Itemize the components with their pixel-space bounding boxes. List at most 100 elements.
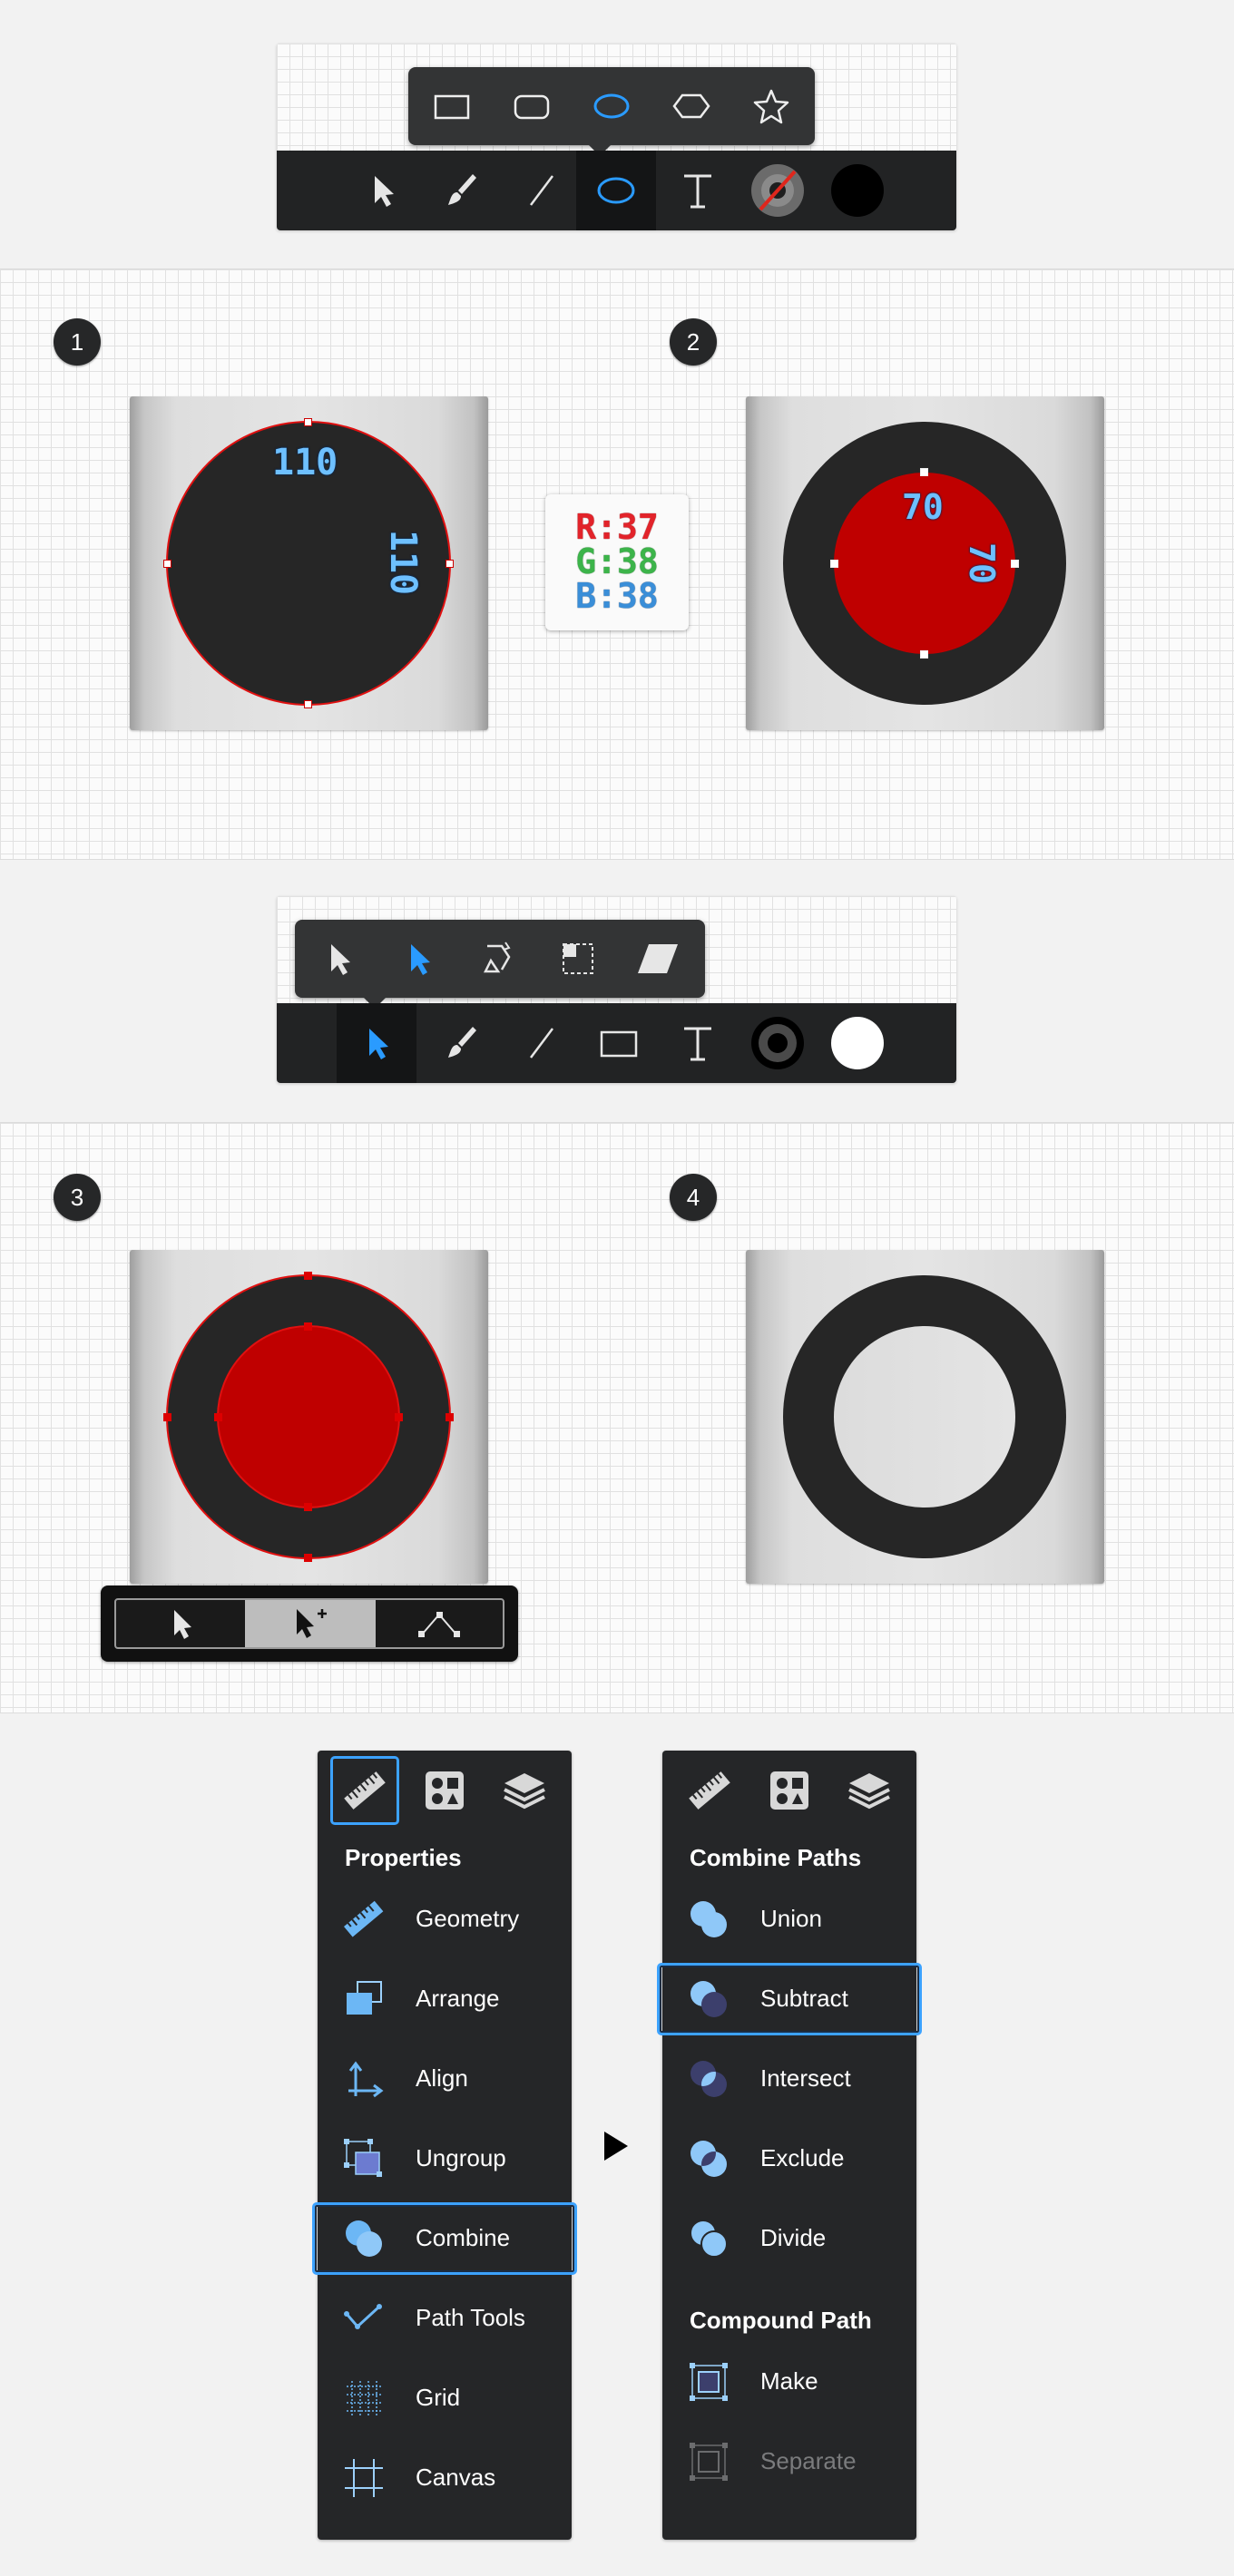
ellipse-icon[interactable] <box>576 151 656 230</box>
resize-handle-bottom[interactable] <box>304 700 312 708</box>
menu-item-geometry[interactable]: Geometry <box>318 1883 572 1956</box>
rounded-rectangle-shape-icon[interactable] <box>492 67 572 145</box>
menu-item-align[interactable]: Align <box>318 2043 572 2115</box>
exclude-icon <box>688 2138 730 2180</box>
stroke-color-icon[interactable] <box>738 151 818 230</box>
menu-item-label: Path Tools <box>416 2304 525 2331</box>
transform-icon[interactable] <box>538 920 618 998</box>
shapes-icon[interactable] <box>405 1751 485 1830</box>
select-arrow-icon[interactable] <box>299 920 378 998</box>
menu-item-label: Arrange <box>416 1985 500 2012</box>
toolbar-2-panel <box>277 896 956 1083</box>
layers-icon[interactable] <box>829 1751 909 1830</box>
stroke-color-icon[interactable] <box>738 1003 818 1083</box>
node-icon[interactable] <box>376 1600 503 1647</box>
menu-item-label: Separate <box>760 2447 857 2474</box>
star-shape-icon[interactable] <box>731 67 811 145</box>
menu-item-canvas[interactable]: Canvas <box>318 2442 572 2514</box>
resize-handle-right[interactable] <box>1011 560 1019 568</box>
align-icon <box>343 2058 385 2100</box>
compound-path-heading: Compound Path <box>690 2307 872 2334</box>
line-icon[interactable] <box>502 151 582 230</box>
menu-item-grid[interactable]: Grid <box>318 2362 572 2435</box>
menu-item-subtract[interactable]: Subtract <box>657 1963 922 2035</box>
anchor-point[interactable] <box>163 1413 171 1421</box>
resize-handle-top[interactable] <box>304 418 312 426</box>
fill-color-icon[interactable] <box>818 1003 897 1083</box>
menu-item-exclude[interactable]: Exclude <box>662 2122 916 2195</box>
main-toolbar <box>277 1003 956 1083</box>
menu-item-intersect[interactable]: Intersect <box>662 2043 916 2115</box>
ruler-icon[interactable] <box>318 1751 399 1830</box>
skew-icon[interactable] <box>618 920 698 998</box>
combine-paths-heading: Combine Paths <box>690 1844 862 1871</box>
toolbar-1-panel <box>277 44 956 230</box>
main-toolbar <box>277 151 956 230</box>
menu-item-divide[interactable]: Divide <box>662 2202 916 2275</box>
menu-item-label: Align <box>416 2064 468 2092</box>
intersect-icon <box>688 2058 730 2100</box>
select-icon[interactable] <box>116 1600 245 1647</box>
union-icon <box>688 1898 730 1940</box>
path-tools-icon <box>343 2298 385 2339</box>
grid-icon <box>343 2377 385 2419</box>
menu-item-make[interactable]: Make <box>662 2346 916 2418</box>
rectangle-icon[interactable] <box>579 1003 659 1083</box>
layers-icon[interactable] <box>485 1751 564 1830</box>
height-dimension-label: 70 <box>961 542 1002 584</box>
add-select-icon[interactable] <box>245 1600 376 1647</box>
combine-paths-menu: Combine Paths Union Subtract Intersect E… <box>657 1751 922 2540</box>
text-icon[interactable] <box>658 151 738 230</box>
step-badge-2: 2 <box>670 318 717 366</box>
ruler-icon[interactable] <box>662 1751 742 1830</box>
menu-item-arrange[interactable]: Arrange <box>318 1963 572 2035</box>
resize-handle-top[interactable] <box>920 468 928 476</box>
brush-icon[interactable] <box>422 1003 502 1083</box>
menu-item-ungroup[interactable]: Ungroup <box>318 2122 572 2195</box>
menu-item-label: Subtract <box>760 1985 848 2012</box>
rectangle-shape-icon[interactable] <box>412 67 492 145</box>
divide-icon <box>688 2218 730 2259</box>
width-dimension-label: 110 <box>272 442 338 483</box>
anchor-point[interactable] <box>214 1413 222 1421</box>
anchor-point[interactable] <box>446 1413 454 1421</box>
menu-item-path-tools[interactable]: Path Tools <box>318 2282 572 2355</box>
shapes-icon[interactable] <box>749 1751 829 1830</box>
select-arrow-icon[interactable] <box>342 151 422 230</box>
polygon-shape-icon[interactable] <box>651 67 731 145</box>
anchor-point[interactable] <box>304 1503 312 1511</box>
rotate-icon[interactable] <box>458 920 538 998</box>
fill-color-icon[interactable] <box>818 151 897 230</box>
anchor-point[interactable] <box>395 1413 403 1421</box>
direct-select-arrow-icon[interactable] <box>378 920 458 998</box>
menu-item-union[interactable]: Union <box>662 1883 916 1956</box>
shapes-popup <box>408 67 815 156</box>
menu-item-label: Make <box>760 2367 818 2395</box>
anchor-point[interactable] <box>304 1322 312 1331</box>
resize-handle-left[interactable] <box>163 560 171 568</box>
green-value: G:38 <box>575 542 659 581</box>
metal-square-4 <box>746 1250 1104 1584</box>
menu-item-combine[interactable]: Combine <box>312 2202 577 2275</box>
brush-icon[interactable] <box>422 151 502 230</box>
combine-icon <box>343 2218 385 2259</box>
ring-shapes-2[interactable] <box>746 396 1104 730</box>
anchor-point[interactable] <box>304 1272 312 1280</box>
make-compound-icon <box>688 2361 730 2403</box>
ring-result[interactable] <box>746 1250 1104 1584</box>
resize-handle-right[interactable] <box>446 560 454 568</box>
selected-ring-shapes[interactable] <box>130 1250 488 1584</box>
resize-handle-bottom[interactable] <box>920 650 928 659</box>
select-popup <box>295 920 705 1009</box>
color-readout: R:37 G:38 B:38 <box>545 494 689 630</box>
menu-item-label: Exclude <box>760 2144 845 2171</box>
line-icon[interactable] <box>502 1003 582 1083</box>
resize-handle-left[interactable] <box>830 560 838 568</box>
canvas-icon <box>343 2457 385 2499</box>
metal-square-2: 70 70 <box>746 396 1104 730</box>
metal-square-3 <box>130 1250 488 1584</box>
text-icon[interactable] <box>658 1003 738 1083</box>
anchor-point[interactable] <box>304 1554 312 1562</box>
ellipse-shape-icon[interactable] <box>572 67 651 145</box>
direct-select-icon[interactable] <box>337 1003 416 1083</box>
